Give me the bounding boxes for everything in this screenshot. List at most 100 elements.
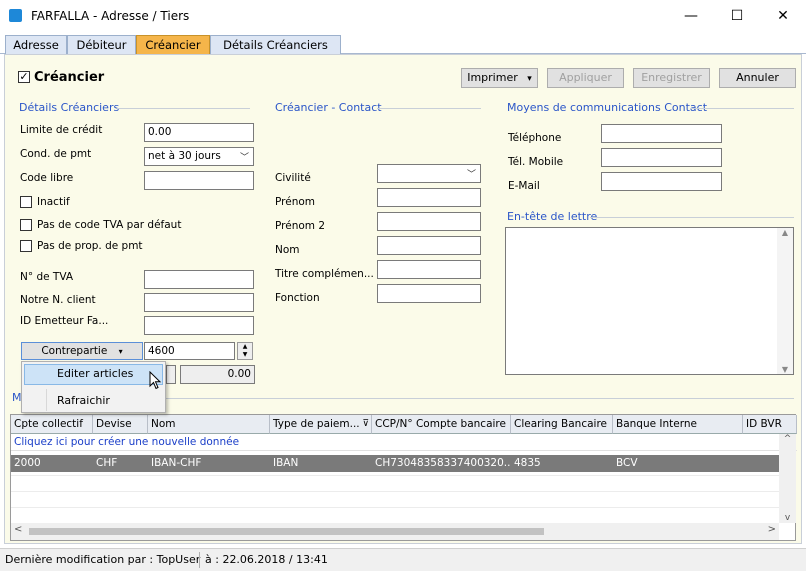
grid-vertical-scrollbar[interactable]: ^ v: [779, 434, 796, 523]
no-payment-prop-checkbox[interactable]: [20, 240, 32, 252]
vat-no-label: N° de TVA: [20, 271, 74, 283]
letterhead-textarea[interactable]: ▲ ▼: [505, 227, 794, 375]
grid-horizontal-scrollbar[interactable]: < >: [11, 523, 779, 540]
details-group-title: Détails Créanciers: [19, 101, 120, 114]
cancel-button[interactable]: Annuler: [719, 68, 796, 88]
row-divider: [11, 475, 779, 476]
filter-icon[interactable]: ⊽: [362, 415, 369, 433]
function-label: Fonction: [275, 292, 320, 304]
menu-gutter: [46, 389, 47, 411]
email-label: E-Mail: [508, 180, 540, 192]
payment-cond-value: net à 30 jours: [148, 150, 221, 162]
firstname-input[interactable]: [377, 188, 481, 207]
data-grid: Cpte collectif Devise Nom Type de paiem.…: [10, 414, 797, 541]
contrepartie-spinner[interactable]: ▲ ▼: [237, 342, 253, 360]
civility-select[interactable]: ﹀: [377, 164, 481, 183]
column-header[interactable]: Clearing Bancaire: [511, 415, 613, 434]
currency-field: [166, 365, 176, 384]
window-title: FARFALLA - Adresse / Tiers: [31, 9, 190, 23]
amount-field: 0.00: [180, 365, 255, 384]
firstname-label: Prénom: [275, 196, 316, 208]
firstname2-label: Prénom 2: [275, 220, 326, 232]
row-divider: [11, 450, 797, 451]
column-header[interactable]: ID BVR: [743, 415, 797, 434]
scroll-left-icon[interactable]: <: [14, 524, 22, 535]
column-header-payment-type[interactable]: Type de paiem... ⊽: [270, 415, 372, 434]
column-header[interactable]: Cpte collectif: [11, 415, 93, 434]
contrepartie-input[interactable]: 4600: [144, 342, 235, 360]
letterhead-divider: [590, 217, 794, 218]
comms-group-title: Moyens de communications Contact: [507, 101, 708, 114]
title-label: Titre complémen...: [275, 268, 374, 280]
no-payment-prop-label: Pas de prop. de pmt: [37, 240, 143, 252]
new-row-link[interactable]: Cliquez ici pour créer une nouvelle donn…: [14, 435, 239, 449]
minimize-button[interactable]: —: [668, 0, 714, 32]
spin-down-icon[interactable]: ▼: [238, 351, 252, 359]
issuer-id-label: ID Emetteur Fa...: [20, 315, 109, 327]
scroll-up-icon[interactable]: ^: [779, 434, 796, 444]
chevron-down-icon: ▾: [527, 74, 532, 84]
cell: 2000: [14, 457, 41, 469]
function-input[interactable]: [377, 284, 481, 303]
row-divider: [11, 491, 779, 492]
menu-item-refresh[interactable]: Rafraichir: [57, 394, 110, 407]
table-row[interactable]: 2000 CHF IBAN-CHF IBAN CH730483583374003…: [11, 455, 779, 472]
phone-input[interactable]: [601, 124, 722, 143]
civility-label: Civilité: [275, 172, 311, 184]
cell: IBAN-CHF: [151, 457, 202, 469]
column-header[interactable]: Devise: [93, 415, 148, 434]
email-input[interactable]: [601, 172, 722, 191]
column-header[interactable]: Banque Interne: [613, 415, 743, 434]
scroll-down-icon[interactable]: v: [779, 513, 796, 523]
credit-limit-input[interactable]: 0.00: [144, 123, 254, 142]
column-header[interactable]: Nom: [148, 415, 270, 434]
close-button[interactable]: ✕: [760, 0, 806, 32]
tab-details-creanciers[interactable]: Détails Créanciers: [210, 35, 341, 55]
save-button[interactable]: Enregistrer: [633, 68, 710, 88]
payment-cond-label: Cond. de pmt: [20, 148, 92, 160]
cell: IBAN: [273, 457, 299, 469]
details-group-divider: [117, 108, 250, 109]
mobile-label: Tél. Mobile: [508, 156, 564, 168]
scroll-up-icon[interactable]: ▲: [777, 228, 793, 237]
no-vat-checkbox[interactable]: [20, 219, 32, 231]
status-divider: [199, 552, 200, 568]
contrepartie-label: Contrepartie: [41, 345, 108, 357]
inactive-label: Inactif: [37, 196, 70, 208]
menu-item-edit-articles[interactable]: Editer articles: [57, 367, 133, 380]
print-button[interactable]: Imprimer ▾: [461, 68, 538, 88]
print-label: Imprimer: [467, 71, 518, 84]
contrepartie-button[interactable]: Contrepartie ▾: [21, 342, 143, 360]
tab-adresse[interactable]: Adresse: [5, 35, 67, 55]
title-input[interactable]: [377, 260, 481, 279]
last-modified-text: Dernière modification par : TopUser: [5, 553, 201, 566]
scroll-down-icon[interactable]: ▼: [777, 365, 793, 374]
tab-debiteur[interactable]: Débiteur: [67, 35, 136, 55]
comms-group-divider: [690, 108, 794, 109]
vat-no-input[interactable]: [144, 270, 254, 289]
scroll-thumb[interactable]: [29, 528, 544, 535]
letterhead-scrollbar[interactable]: ▲ ▼: [777, 228, 793, 374]
free-code-input[interactable]: [144, 171, 254, 190]
apply-button[interactable]: Appliquer: [547, 68, 624, 88]
maximize-button[interactable]: ☐: [714, 0, 760, 32]
tab-creancier[interactable]: Créancier: [136, 35, 210, 55]
column-header[interactable]: CCP/N° Compte bancaire: [372, 415, 511, 434]
chevron-down-icon: ﹀: [239, 153, 249, 163]
name-label: Nom: [275, 244, 300, 256]
creancier-checkbox[interactable]: ✓: [18, 71, 30, 83]
payment-cond-select[interactable]: net à 30 jours ﹀: [144, 147, 254, 166]
scroll-right-icon[interactable]: >: [768, 524, 776, 535]
name-input[interactable]: [377, 236, 481, 255]
firstname2-input[interactable]: [377, 212, 481, 231]
spin-up-icon[interactable]: ▲: [238, 343, 252, 351]
contact-group-title: Créancier - Contact: [275, 101, 382, 114]
chevron-down-icon: ﹀: [466, 170, 476, 180]
inactive-checkbox[interactable]: [20, 196, 32, 208]
client-no-input[interactable]: [144, 293, 254, 312]
mobile-input[interactable]: [601, 148, 722, 167]
credit-limit-label: Limite de crédit: [20, 124, 103, 136]
cell: 4835: [514, 457, 541, 469]
no-vat-label: Pas de code TVA par défaut: [37, 219, 182, 231]
issuer-id-input[interactable]: [144, 316, 254, 335]
